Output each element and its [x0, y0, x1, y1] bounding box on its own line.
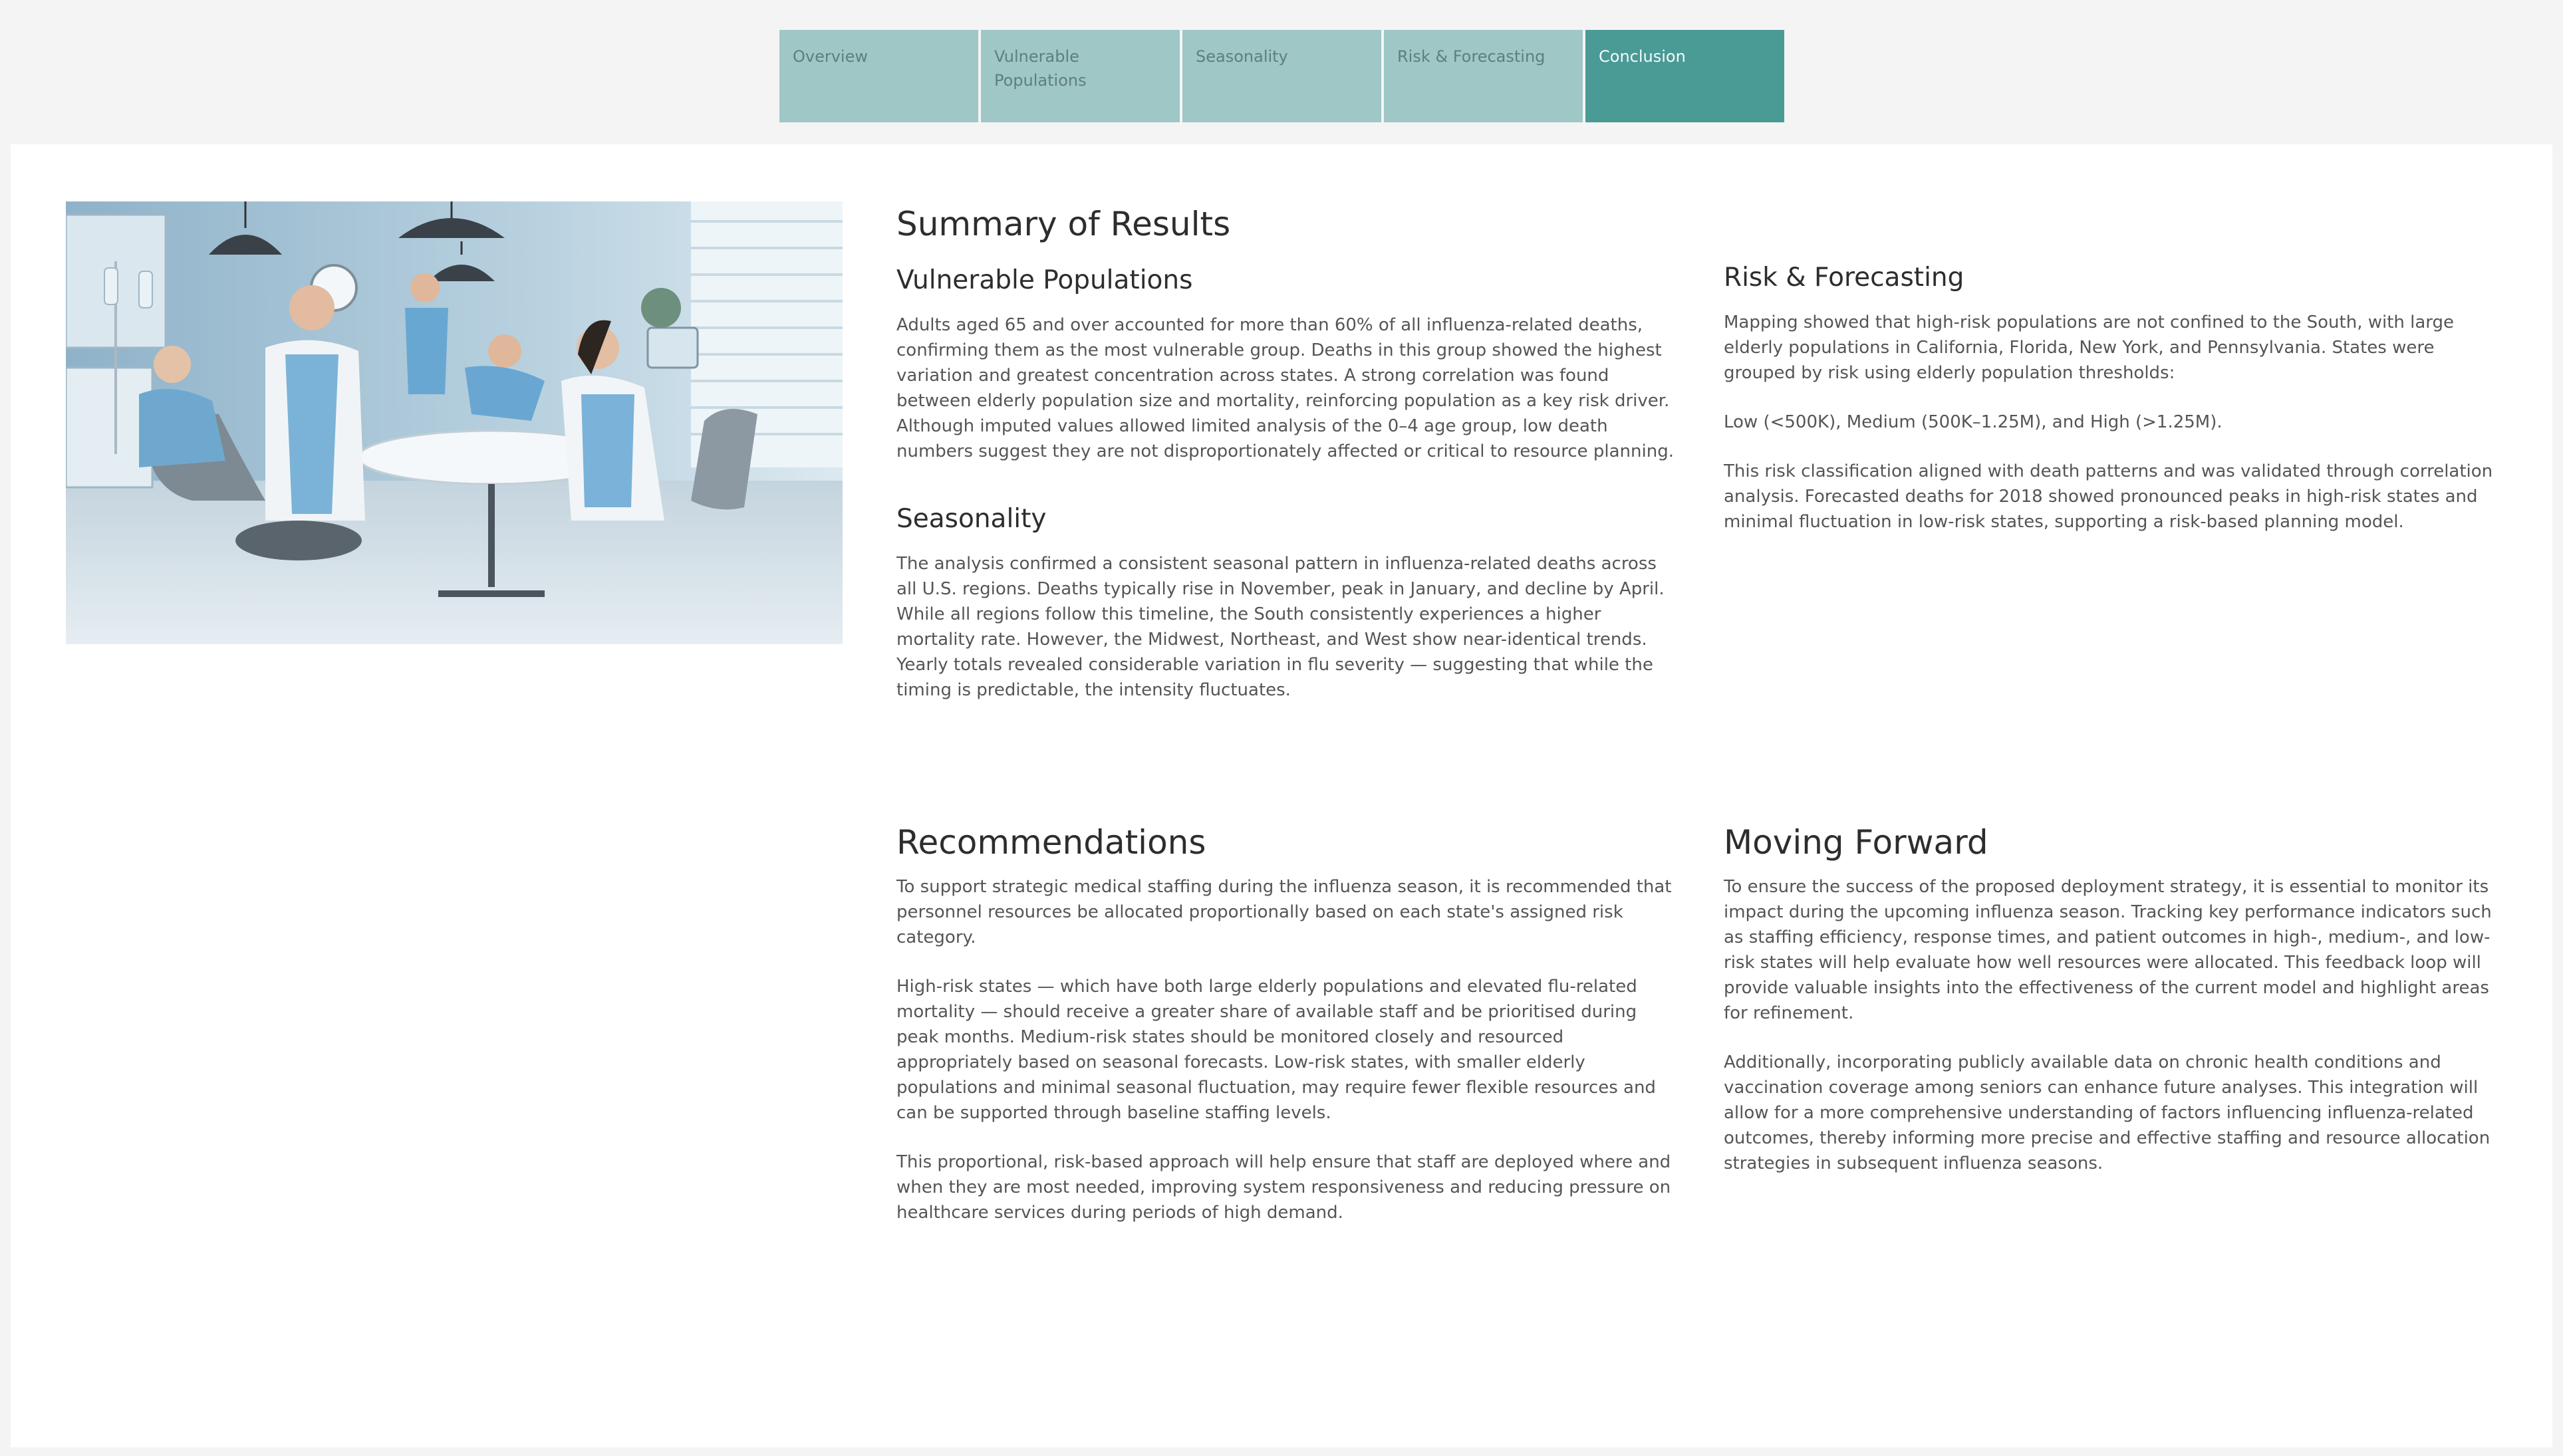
summary-title: Summary of Results: [896, 205, 1231, 243]
dashboard-tab-bar: Overview Vulnerable Populations Seasonal…: [779, 30, 1784, 122]
tab-vulnerable-populations[interactable]: Vulnerable Populations: [981, 30, 1180, 122]
recommendations-text-3: This proportional, risk-based approach w…: [896, 1152, 1671, 1223]
recommendations-heading: Recommendations: [896, 823, 1206, 862]
recommendations-text-1: To support strategic medical staffing du…: [896, 877, 1672, 947]
risk-text-3: This risk classification aligned with de…: [1724, 461, 2493, 532]
medical-staff-lounge-illustration: [66, 201, 843, 644]
risk-text-2: Low (<500K), Medium (500K–1.25M), and Hi…: [1724, 412, 2223, 432]
tab-seasonality[interactable]: Seasonality: [1182, 30, 1381, 122]
recommendations-section: Recommendations To support strategic med…: [896, 822, 1681, 1225]
moving-forward-text-1: To ensure the success of the proposed de…: [1724, 877, 2492, 1023]
tab-conclusion[interactable]: Conclusion: [1585, 30, 1784, 122]
risk-text-1: Mapping showed that high-risk population…: [1724, 312, 2455, 383]
summary-section: Summary of Results Vulnerable Population…: [896, 204, 1681, 703]
seasonality-text: The analysis confirmed a consistent seas…: [896, 553, 1665, 700]
seasonality-heading: Seasonality: [896, 503, 1047, 534]
moving-forward-heading: Moving Forward: [1724, 823, 1988, 862]
vulnerable-populations-text: Adults aged 65 and over accounted for mo…: [896, 314, 1674, 461]
vulnerable-populations-heading: Vulnerable Populations: [896, 265, 1193, 295]
recommendations-text-2: High-risk states — which have both large…: [896, 977, 1656, 1123]
risk-forecasting-heading: Risk & Forecasting: [1724, 263, 1964, 293]
moving-forward-section: Moving Forward To ensure the success of …: [1724, 822, 2502, 1176]
tab-overview[interactable]: Overview: [779, 30, 978, 122]
risk-forecasting-section: Risk & Forecasting Mapping showed that h…: [1724, 263, 2502, 535]
dashboard-panel: Summary of Results Vulnerable Population…: [11, 144, 2552, 1447]
moving-forward-text-2: Additionally, incorporating publicly ava…: [1724, 1052, 2491, 1173]
tab-risk-forecasting[interactable]: Risk & Forecasting: [1384, 30, 1583, 122]
